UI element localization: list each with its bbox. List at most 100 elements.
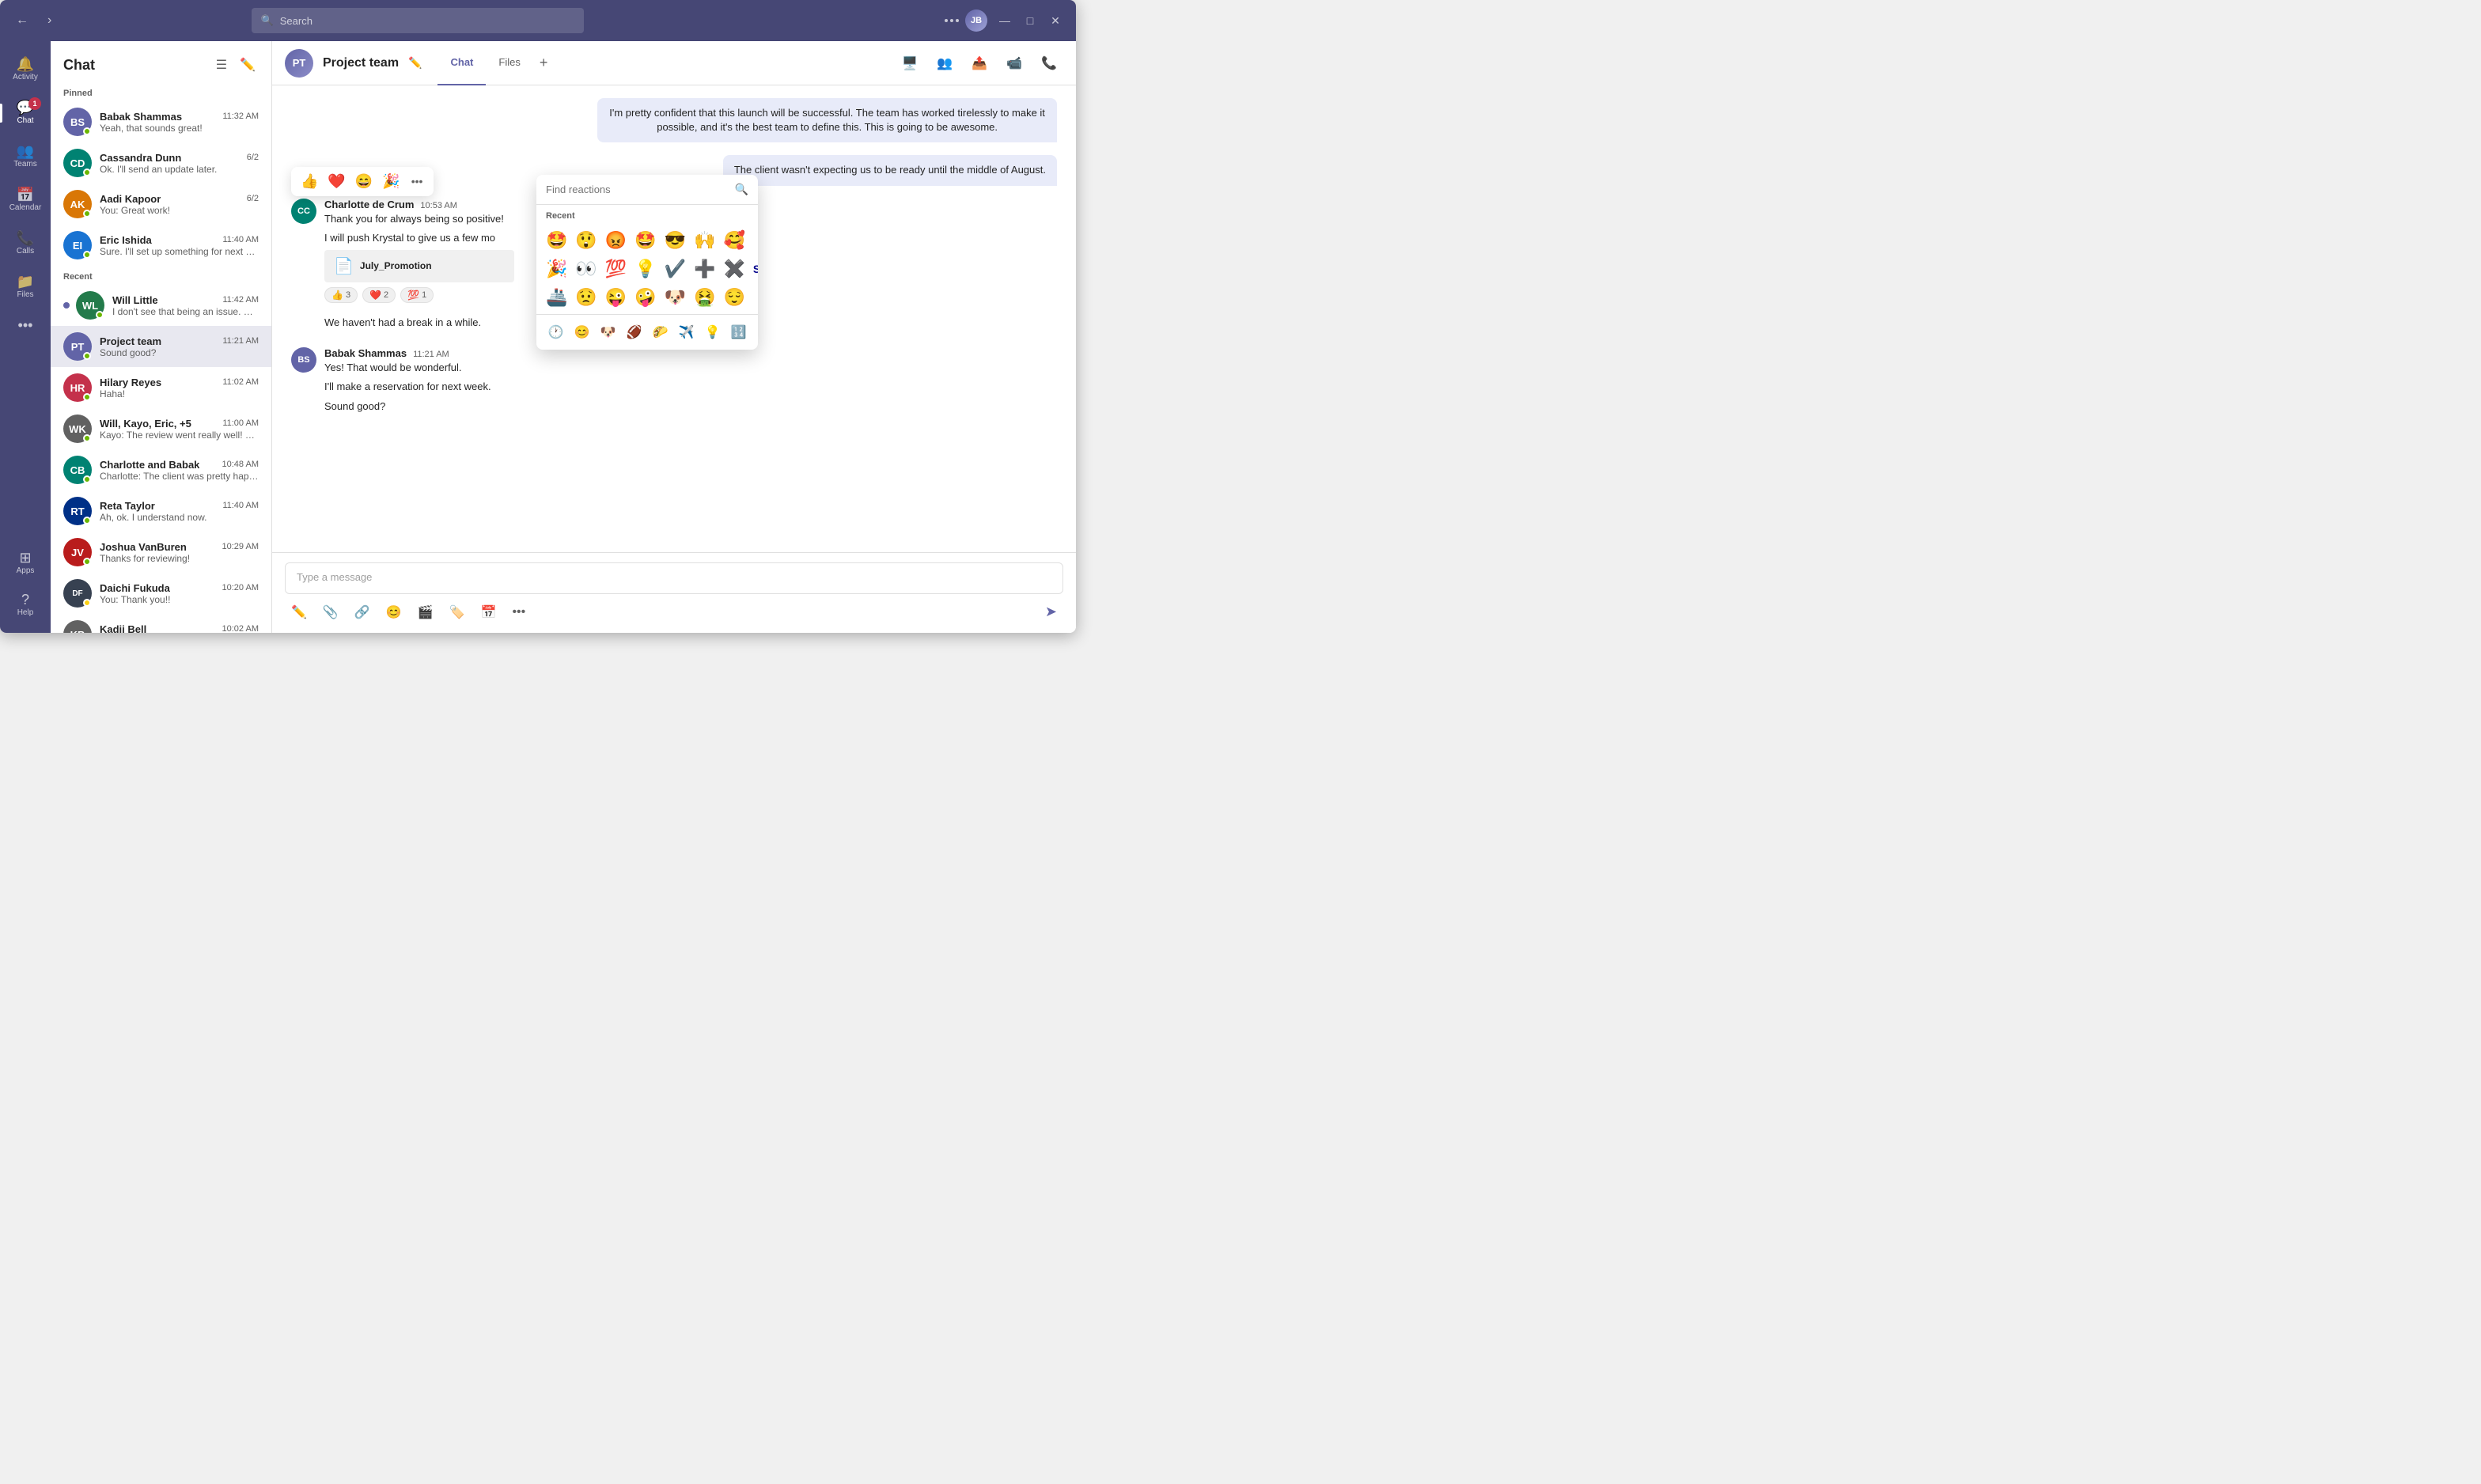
emoji-button[interactable]: 😡: [602, 227, 630, 254]
reaction-count: 3: [346, 290, 350, 300]
emoji-button[interactable]: 🤩: [631, 227, 659, 254]
sidebar-item-teams[interactable]: 👥 Teams: [0, 136, 51, 176]
emoji-button[interactable]: 😊: [380, 601, 408, 623]
emoji-button[interactable]: 🤮: [691, 284, 718, 311]
file-attachment[interactable]: 📄 July_Promotion: [324, 250, 514, 282]
list-item[interactable]: HR Hilary Reyes 11:02 AM Haha!: [51, 367, 271, 408]
reaction-pill[interactable]: 💯 1: [400, 287, 434, 303]
sidebar-item-chat[interactable]: 1 💬 Chat: [0, 93, 51, 133]
schedule-button[interactable]: 📅: [475, 601, 503, 623]
emoji-button[interactable]: 👀: [572, 256, 600, 282]
emoji-button[interactable]: SOON: [750, 256, 758, 282]
link-button[interactable]: 🔗: [348, 601, 377, 623]
emoji-cat-smileys[interactable]: 😊: [570, 321, 595, 343]
sidebar-item-files[interactable]: 📁 Files: [0, 267, 51, 307]
more-options-button[interactable]: •••: [506, 602, 532, 623]
video-call-icon[interactable]: 📹: [1000, 52, 1028, 74]
list-item[interactable]: DF Daichi Fukuda 10:20 AM You: Thank you…: [51, 573, 271, 614]
list-item[interactable]: KB Kadji Bell 10:02 AM You: I like the i…: [51, 614, 271, 633]
emoji-button[interactable]: 🤩: [543, 227, 570, 254]
emoji-button[interactable]: 😌: [720, 284, 748, 311]
emoji-button[interactable]: ✔️: [661, 256, 689, 282]
forward-button[interactable]: ›: [41, 10, 58, 31]
emoji-button[interactable]: 🔥: [750, 227, 758, 254]
list-item[interactable]: RT Reta Taylor 11:40 AM Ah, ok. I unders…: [51, 490, 271, 532]
status-dot: [83, 251, 91, 259]
edit-icon[interactable]: ✏️: [408, 56, 422, 70]
reaction-pill[interactable]: 👍 3: [324, 287, 358, 303]
user-avatar[interactable]: JB: [965, 9, 987, 32]
calls-icon: 📞: [17, 231, 34, 245]
quick-reaction-thumbs-up[interactable]: 👍: [299, 172, 320, 191]
list-item[interactable]: CD Cassandra Dunn 6/2 Ok. I'll send an u…: [51, 142, 271, 184]
back-button[interactable]: ←: [9, 10, 35, 31]
sidebar-item-more[interactable]: •••: [0, 310, 51, 340]
emoji-button[interactable]: 🐶: [661, 284, 689, 311]
sidebar-item-calendar[interactable]: 📅 Calendar: [0, 180, 51, 220]
emoji-button[interactable]: 🥰: [720, 227, 748, 254]
minimize-button[interactable]: —: [994, 9, 1016, 32]
new-chat-button[interactable]: ✏️: [237, 54, 259, 76]
chat-time: 11:02 AM: [222, 377, 259, 387]
emoji-search-input[interactable]: [546, 184, 729, 195]
list-item[interactable]: WL Will Little 11:42 AM I don't see that…: [51, 285, 271, 326]
gif-button[interactable]: 🎬: [411, 601, 440, 623]
sidebar-item-apps[interactable]: ⊞ Apps: [17, 543, 35, 583]
emoji-button[interactable]: 😊: [750, 284, 758, 311]
emoji-button[interactable]: 🙌: [691, 227, 718, 254]
close-button[interactable]: ✕: [1044, 9, 1066, 32]
emoji-button[interactable]: 💡: [631, 256, 659, 282]
list-item[interactable]: CB Charlotte and Babak 10:48 AM Charlott…: [51, 449, 271, 490]
list-item[interactable]: WK Will, Kayo, Eric, +5 11:00 AM Kayo: T…: [51, 408, 271, 449]
list-item[interactable]: AK Aadi Kapoor 6/2 You: Great work!: [51, 184, 271, 225]
schedule-icon[interactable]: 📤: [965, 52, 994, 74]
emoji-button[interactable]: 😲: [572, 227, 600, 254]
emoji-button[interactable]: 😎: [661, 227, 689, 254]
tab-chat[interactable]: Chat: [437, 41, 486, 85]
emoji-button[interactable]: 😜: [602, 284, 630, 311]
message-input-box[interactable]: Type a message: [285, 562, 1063, 594]
more-options[interactable]: [945, 19, 959, 22]
quick-reaction-celebrate[interactable]: 🎉: [381, 172, 401, 191]
emoji-button[interactable]: 🤪: [631, 284, 659, 311]
sidebar-item-calls[interactable]: 📞 Calls: [0, 223, 51, 263]
emoji-cat-sports[interactable]: 🏈: [622, 321, 647, 343]
attach-button[interactable]: 📎: [316, 601, 345, 623]
search-bar[interactable]: 🔍 Search: [252, 8, 584, 33]
format-button[interactable]: ✏️: [285, 601, 313, 623]
emoji-button[interactable]: 🎉: [543, 256, 570, 282]
add-people-icon[interactable]: 👥: [930, 52, 959, 74]
maximize-button[interactable]: □: [1019, 9, 1041, 32]
quick-reaction-heart[interactable]: ❤️: [326, 172, 347, 191]
quick-more-button[interactable]: •••: [408, 172, 426, 191]
sticker-button[interactable]: 🏷️: [443, 601, 472, 623]
list-item[interactable]: JV Joshua VanBuren 10:29 AM Thanks for r…: [51, 532, 271, 573]
add-tab-button[interactable]: +: [533, 41, 555, 85]
list-item[interactable]: PT Project team 11:21 AM Sound good?: [51, 326, 271, 367]
emoji-cat-travel[interactable]: ✈️: [674, 321, 699, 343]
sidebar-item-help[interactable]: ? Help: [17, 585, 35, 625]
send-button[interactable]: ➤: [1039, 600, 1063, 623]
emoji-button[interactable]: 💯: [602, 256, 630, 282]
audio-call-icon[interactable]: 📞: [1035, 52, 1063, 74]
quick-reaction-laugh[interactable]: 😄: [354, 172, 374, 191]
reaction-pill[interactable]: ❤️ 2: [362, 287, 396, 303]
emoji-button[interactable]: 😟: [572, 284, 600, 311]
emoji-button[interactable]: 🚢: [543, 284, 570, 311]
reaction-emoji: 💯: [407, 290, 419, 301]
emoji-cat-food[interactable]: 🌮: [648, 321, 673, 343]
chat-time: 10:02 AM: [222, 624, 259, 633]
tab-files[interactable]: Files: [486, 41, 532, 85]
emoji-picker-footer: 🕐 😊 🐶 🏈 🌮 ✈️ 💡 🔢: [536, 314, 758, 350]
sidebar-item-activity[interactable]: 🔔 Activity: [0, 49, 51, 89]
emoji-button[interactable]: ✖️: [720, 256, 748, 282]
emoji-cat-symbols[interactable]: 🔢: [726, 321, 752, 343]
list-item[interactable]: BS Babak Shammas 11:32 AM Yeah, that sou…: [51, 101, 271, 142]
screen-share-icon[interactable]: 🖥️: [896, 52, 924, 74]
emoji-cat-recent[interactable]: 🕐: [544, 321, 569, 343]
emoji-cat-objects[interactable]: 💡: [700, 321, 725, 343]
emoji-button[interactable]: ➕: [691, 256, 718, 282]
filter-button[interactable]: ☰: [213, 54, 230, 76]
list-item[interactable]: EI Eric Ishida 11:40 AM Sure. I'll set u…: [51, 225, 271, 266]
emoji-cat-animals[interactable]: 🐶: [596, 321, 621, 343]
